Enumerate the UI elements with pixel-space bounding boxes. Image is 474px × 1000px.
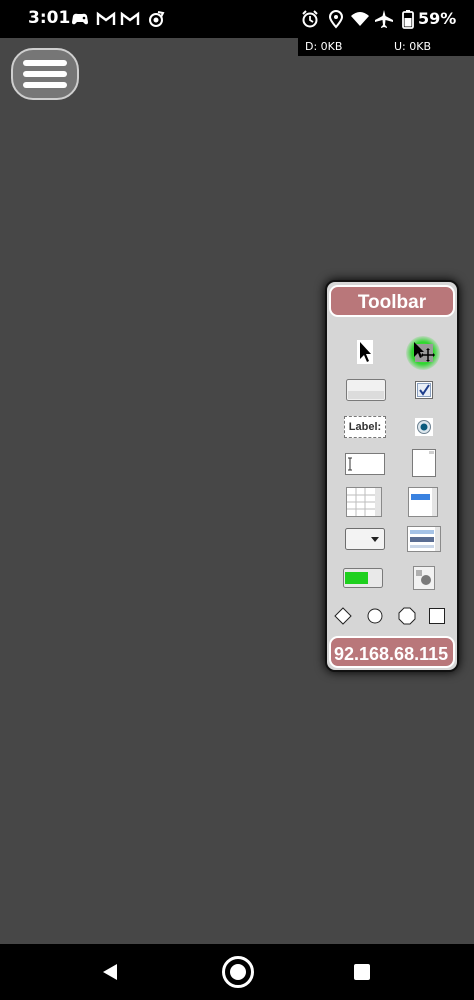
gmail-icon [96, 11, 116, 25]
game-controller-icon [72, 13, 88, 25]
airplane-icon [375, 10, 393, 28]
menu-icon-line [23, 82, 67, 88]
location-icon [328, 10, 344, 29]
square-shape[interactable] [429, 608, 445, 624]
status-bar: 3:01 59% [0, 0, 474, 38]
radio-tool[interactable] [415, 418, 433, 436]
alarm-icon [302, 10, 318, 28]
wifi-icon [351, 12, 369, 26]
clock: 3:01 [28, 8, 71, 28]
label-tool[interactable]: Label: [344, 416, 386, 438]
menu-button[interactable] [11, 48, 79, 100]
circle-shape[interactable] [367, 608, 383, 624]
list-tool[interactable] [407, 526, 441, 552]
battery-icon [402, 10, 414, 29]
dropdown-tool[interactable] [345, 528, 385, 550]
ip-address-label[interactable]: 92.168.68.115 [329, 636, 455, 668]
network-stats: D: 0KB U: 0KB [298, 38, 474, 56]
download-stat: D: 0KB [305, 40, 343, 53]
toolbar-panel: Toolbar Label: 92.168.68.115 [325, 280, 459, 672]
progressbar-tool[interactable] [343, 568, 383, 588]
home-icon-dot [230, 964, 246, 980]
menu-icon-line [23, 71, 67, 77]
move-tool[interactable] [411, 340, 435, 364]
pointer-tool[interactable] [357, 340, 373, 364]
battery-percentage: 59% [418, 9, 457, 28]
checkbox-tool[interactable] [415, 381, 433, 399]
toolbar-title[interactable]: Toolbar [329, 285, 455, 317]
upload-stat: U: 0KB [394, 40, 432, 53]
octagon-shape[interactable] [398, 607, 416, 625]
textfield-tool[interactable] [345, 453, 385, 475]
listbox-tool[interactable] [408, 487, 438, 517]
back-icon[interactable] [100, 962, 120, 982]
textarea-tool[interactable] [412, 449, 436, 477]
diamond-shape[interactable] [334, 607, 352, 625]
button-tool[interactable] [346, 379, 386, 401]
menu-icon-line [23, 60, 67, 66]
gmail-icon [120, 11, 140, 25]
table-tool[interactable] [346, 487, 382, 517]
image-tool[interactable] [413, 566, 435, 590]
recents-icon[interactable] [354, 964, 370, 980]
sync-icon [149, 11, 165, 27]
home-icon[interactable] [222, 956, 254, 988]
navigation-bar [0, 944, 474, 1000]
